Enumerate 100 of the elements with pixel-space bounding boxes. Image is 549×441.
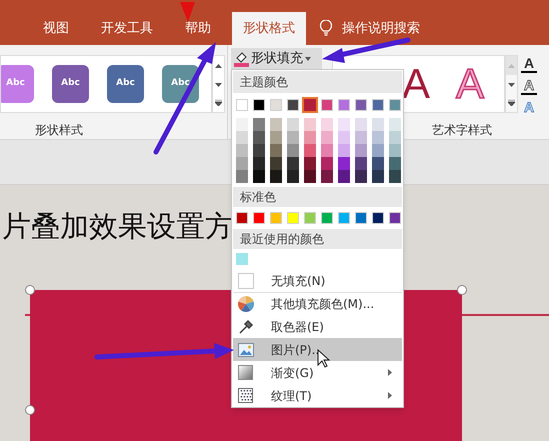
- color-swatch[interactable]: [270, 212, 282, 224]
- color-swatch[interactable]: [270, 99, 282, 111]
- color-swatch[interactable]: [270, 170, 282, 183]
- color-swatch[interactable]: [253, 157, 265, 170]
- color-swatch[interactable]: [355, 99, 367, 111]
- color-swatch[interactable]: [338, 118, 350, 131]
- color-swatch[interactable]: [355, 131, 367, 144]
- color-swatch[interactable]: [236, 99, 248, 111]
- color-swatch[interactable]: [287, 144, 299, 157]
- color-swatch[interactable]: [287, 170, 299, 183]
- ribbon-tab[interactable]: 帮助: [174, 12, 222, 45]
- color-swatch[interactable]: [355, 118, 367, 131]
- color-swatch[interactable]: [389, 212, 401, 224]
- color-swatch[interactable]: [372, 118, 384, 131]
- color-swatch[interactable]: [236, 118, 248, 131]
- color-swatch[interactable]: [338, 157, 350, 170]
- color-swatch[interactable]: [338, 144, 350, 157]
- menu-item[interactable]: 渐变(G): [233, 361, 402, 384]
- caret-icon: [305, 56, 311, 60]
- color-swatch[interactable]: [321, 144, 333, 157]
- eyedropper-icon: [238, 318, 254, 334]
- color-swatch[interactable]: [338, 131, 350, 144]
- color-swatch[interactable]: [389, 144, 401, 157]
- color-swatch[interactable]: [338, 99, 350, 111]
- paint-bucket-icon: [234, 50, 249, 66]
- empty-swatch-icon: [238, 272, 254, 288]
- resize-handle[interactable]: [25, 405, 35, 415]
- menu-item[interactable]: 无填充(N): [233, 269, 402, 292]
- color-swatch[interactable]: [287, 212, 299, 224]
- color-swatch[interactable]: [304, 131, 316, 144]
- color-swatch[interactable]: [253, 99, 265, 111]
- color-swatch[interactable]: [389, 131, 401, 144]
- menu-header: 最近使用的颜色: [233, 229, 402, 249]
- color-swatch[interactable]: [304, 99, 316, 111]
- color-swatch[interactable]: [236, 253, 248, 265]
- color-swatch[interactable]: [372, 144, 384, 157]
- color-wheel-icon: [238, 296, 254, 312]
- color-swatch[interactable]: [321, 99, 333, 111]
- color-swatch[interactable]: [304, 118, 316, 131]
- color-swatch[interactable]: [355, 157, 367, 170]
- shape-style-button[interactable]: Abc: [52, 65, 89, 103]
- resize-handle[interactable]: [457, 285, 467, 295]
- color-swatch[interactable]: [355, 212, 367, 224]
- color-swatch[interactable]: [321, 131, 333, 144]
- color-swatch[interactable]: [321, 118, 333, 131]
- menu-item[interactable]: 取色器(E): [233, 315, 402, 338]
- color-swatch[interactable]: [389, 157, 401, 170]
- color-swatch[interactable]: [236, 144, 248, 157]
- shape-style-button[interactable]: Abc: [1, 65, 34, 103]
- ribbon-tab[interactable]: 形状格式: [232, 12, 306, 45]
- color-swatch[interactable]: [236, 170, 248, 183]
- color-swatch[interactable]: [304, 170, 316, 183]
- resize-handle[interactable]: [25, 285, 35, 295]
- color-swatch[interactable]: [253, 212, 265, 224]
- group-label: 形状样式: [35, 122, 84, 139]
- color-swatch[interactable]: [304, 144, 316, 157]
- shape-fill-button[interactable]: 形状填充: [231, 48, 322, 69]
- color-swatch[interactable]: [270, 157, 282, 170]
- color-swatch[interactable]: [372, 157, 384, 170]
- wordart-style[interactable]: A: [402, 63, 430, 105]
- color-swatch[interactable]: [287, 99, 299, 111]
- color-swatch[interactable]: [372, 99, 384, 111]
- color-swatch[interactable]: [304, 157, 316, 170]
- color-swatch[interactable]: [389, 118, 401, 131]
- color-swatch[interactable]: [321, 170, 333, 183]
- color-swatch[interactable]: [389, 99, 401, 111]
- color-swatch[interactable]: [304, 212, 316, 224]
- color-swatch[interactable]: [270, 144, 282, 157]
- slide-title: 片叠加效果设置方: [2, 208, 234, 245]
- color-swatch[interactable]: [321, 157, 333, 170]
- color-swatch[interactable]: [321, 212, 333, 224]
- text-option-button[interactable]: A: [521, 55, 537, 73]
- color-swatch[interactable]: [253, 144, 265, 157]
- lightbulb-icon: [320, 20, 332, 36]
- color-swatch[interactable]: [253, 131, 265, 144]
- color-swatch[interactable]: [389, 170, 401, 183]
- color-swatch[interactable]: [236, 212, 248, 224]
- color-swatch[interactable]: [372, 170, 384, 183]
- color-swatch[interactable]: [372, 212, 384, 224]
- color-swatch[interactable]: [355, 144, 367, 157]
- shape-style-button[interactable]: Abc: [107, 65, 144, 103]
- color-swatch[interactable]: [338, 212, 350, 224]
- color-swatch[interactable]: [372, 131, 384, 144]
- ribbon-tab[interactable]: 视图: [32, 12, 80, 45]
- color-swatch[interactable]: [287, 131, 299, 144]
- color-swatch[interactable]: [287, 118, 299, 131]
- menu-item[interactable]: 纹理(T): [233, 384, 402, 407]
- annotation-arrow: [180, 2, 195, 22]
- color-swatch[interactable]: [253, 118, 265, 131]
- color-swatch[interactable]: [236, 157, 248, 170]
- color-swatch[interactable]: [270, 131, 282, 144]
- ribbon-tab[interactable]: 开发工具: [90, 12, 164, 45]
- color-swatch[interactable]: [253, 170, 265, 183]
- color-swatch[interactable]: [270, 118, 282, 131]
- color-swatch[interactable]: [236, 131, 248, 144]
- color-swatch[interactable]: [287, 157, 299, 170]
- menu-item[interactable]: 其他填充颜色(M)...: [233, 292, 402, 315]
- color-swatch[interactable]: [355, 170, 367, 183]
- tell-me-search[interactable]: 操作说明搜索: [332, 12, 430, 45]
- color-swatch[interactable]: [338, 170, 350, 183]
